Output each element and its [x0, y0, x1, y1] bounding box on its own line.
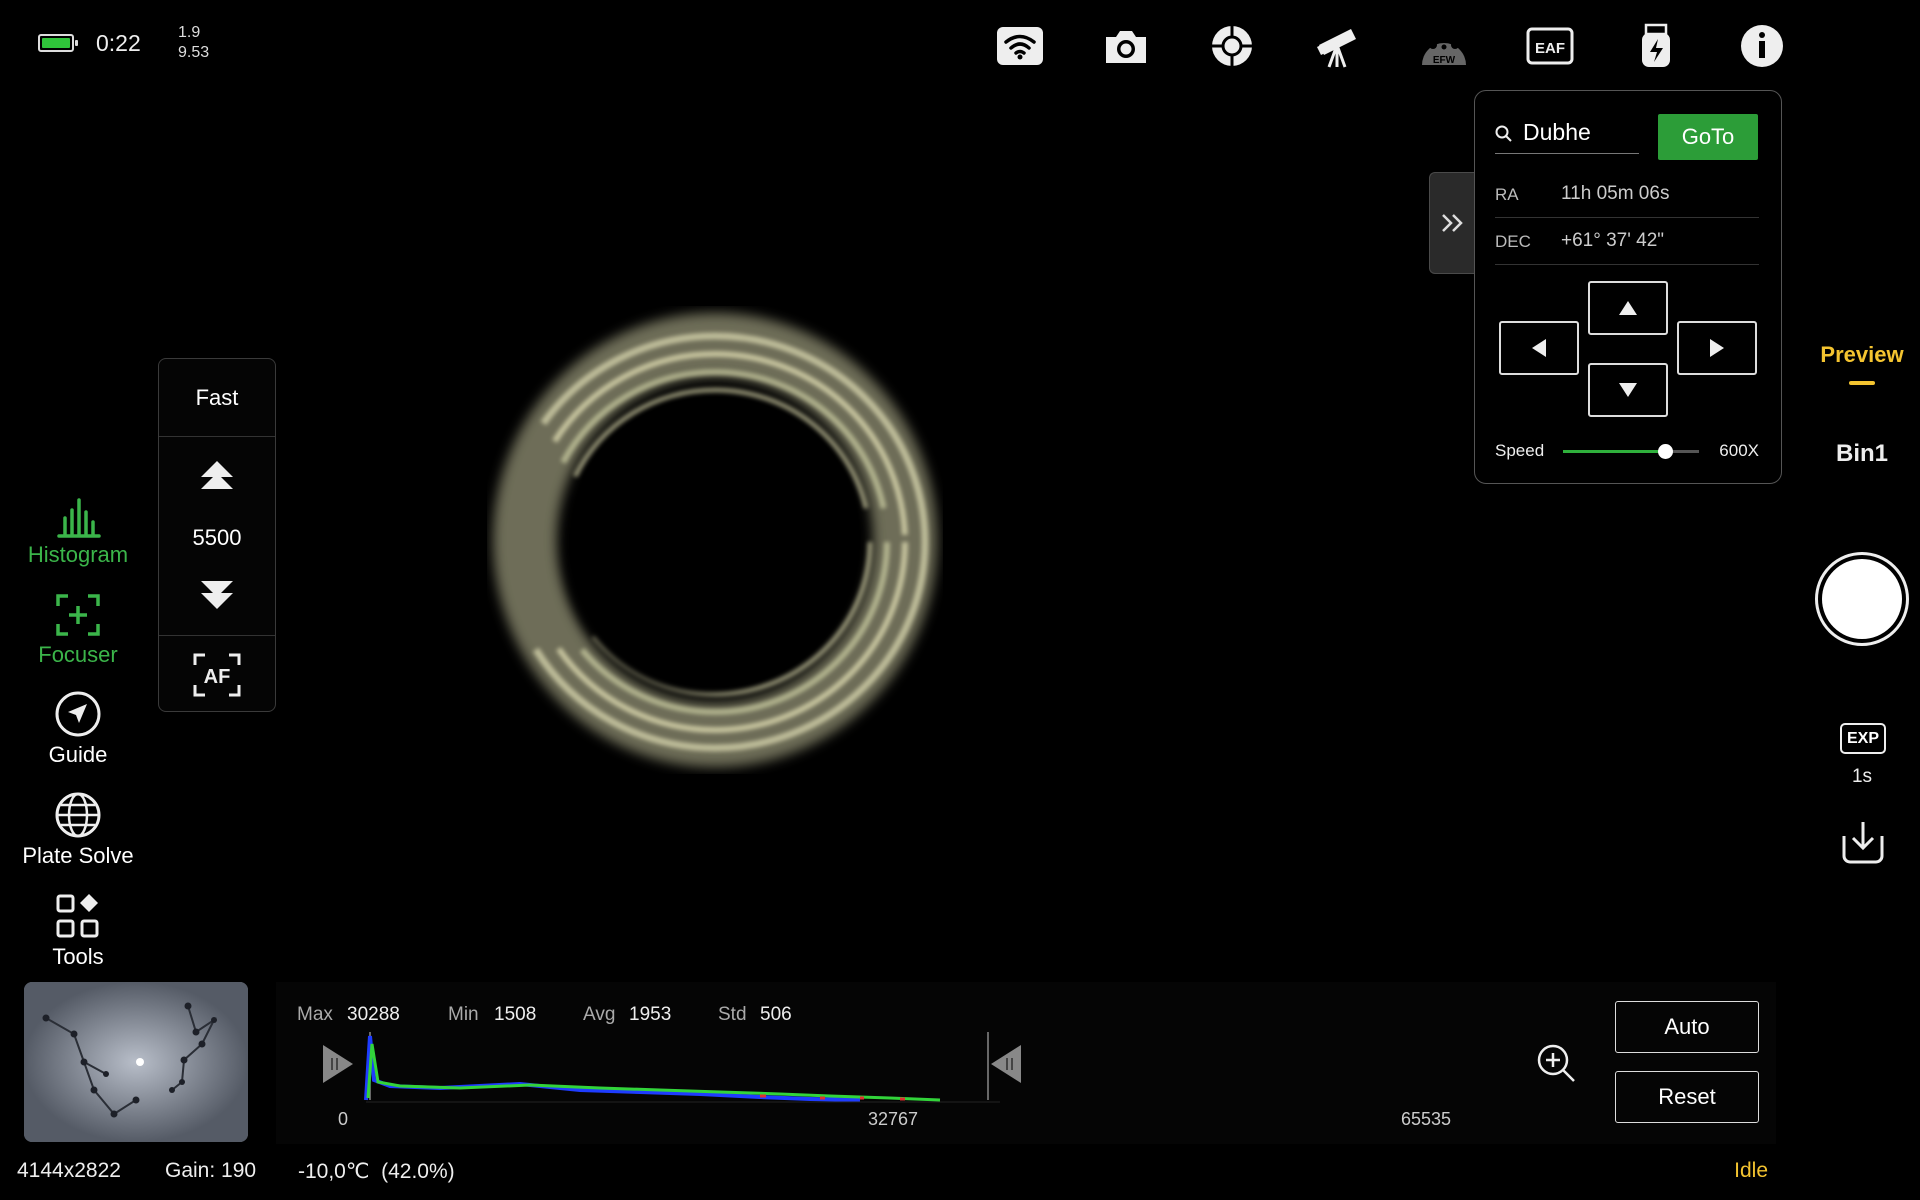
max-value: 30288: [347, 1004, 400, 1025]
nav-plate-solve-label: Plate Solve: [22, 843, 134, 868]
focus-move-down-button[interactable]: [197, 577, 237, 613]
guide-crosshair-icon[interactable]: [1206, 22, 1258, 70]
histogram-icon: [10, 488, 146, 538]
efw-icon[interactable]: EFW: [1418, 22, 1470, 70]
efw-label: EFW: [1433, 55, 1456, 66]
image-resolution: 4144x2822: [17, 1159, 121, 1182]
ra-value: 11h 05m 06s: [1561, 183, 1670, 204]
nav-focuser[interactable]: Focuser: [10, 588, 146, 668]
zoom-in-icon[interactable]: [1535, 1042, 1577, 1084]
ra-row: RA 11h 05m 06s: [1495, 171, 1759, 218]
focuser-panel: Fast 5500 AF: [158, 358, 276, 712]
mount-control-panel: Dubhe GoTo RA 11h 05m 06s DEC +61° 37' 4…: [1474, 90, 1782, 484]
collapse-panel-button[interactable]: [1429, 172, 1475, 274]
triangle-left-icon: [1532, 339, 1546, 357]
info-icon[interactable]: [1736, 22, 1788, 70]
dec-label: DEC: [1495, 232, 1531, 251]
mode-preview-tab[interactable]: Preview: [1800, 342, 1920, 368]
guide-icon: [10, 688, 146, 738]
battery-icon: [38, 34, 78, 52]
search-icon: [1495, 125, 1512, 142]
exposure-icon[interactable]: EXP: [1840, 723, 1886, 754]
telescope-icon[interactable]: [1312, 22, 1364, 70]
autofocus-label: AF: [204, 666, 231, 688]
session-timer: 0:22: [96, 30, 141, 56]
min-label: Min: [448, 1004, 479, 1025]
slew-west-button[interactable]: [1499, 321, 1579, 375]
auto-stretch-button[interactable]: Auto: [1615, 1001, 1759, 1053]
focuser-position: 5500: [192, 525, 242, 550]
triangle-right-icon: [1710, 339, 1724, 357]
std-value: 506: [760, 1004, 792, 1025]
goto-button[interactable]: GoTo: [1658, 114, 1758, 160]
shutter-button[interactable]: [1815, 552, 1909, 646]
hist-axis-min: 0: [338, 1109, 349, 1129]
nav-histogram-label: Histogram: [27, 542, 129, 567]
download-icon[interactable]: [1838, 818, 1888, 866]
usb-storage-icon[interactable]: [1630, 22, 1682, 70]
autofocus-button[interactable]: AF: [193, 653, 241, 697]
target-search-value[interactable]: Dubhe: [1523, 119, 1591, 146]
dec-row: DEC +61° 37' 42": [1495, 218, 1759, 265]
min-value: 1508: [494, 1004, 537, 1025]
white-point-handle[interactable]: [988, 1043, 1024, 1085]
nav-plate-solve[interactable]: Plate Solve: [10, 789, 146, 869]
ra-label: RA: [1495, 185, 1519, 204]
focus-move-up-button[interactable]: [197, 459, 237, 495]
triangle-up-icon: [1619, 301, 1637, 315]
eaf-icon[interactable]: EAF: [1524, 22, 1576, 70]
reset-stretch-button[interactable]: Reset: [1615, 1071, 1759, 1123]
nav-guide-label: Guide: [48, 742, 108, 767]
eaf-label: EAF: [1535, 40, 1565, 57]
hist-axis-max: 65535: [1401, 1109, 1452, 1129]
triangle-down-icon: [1619, 383, 1637, 397]
nav-tools-label: Tools: [52, 944, 104, 969]
camera-icon[interactable]: [1100, 22, 1152, 70]
mode-active-indicator: [1849, 381, 1875, 385]
status-values: 1.9 9.53: [178, 23, 209, 63]
nav-histogram[interactable]: Histogram: [10, 488, 146, 568]
nav-focuser-label: Focuser: [38, 642, 118, 667]
focuser-speed-toggle[interactable]: Fast: [159, 385, 275, 411]
binning-selector[interactable]: Bin1: [1800, 440, 1920, 468]
slew-speed-value: 600X: [1719, 441, 1759, 460]
double-chevron-right-icon: [1441, 214, 1463, 232]
nav-tools[interactable]: Tools: [10, 890, 146, 970]
status-value-top: 1.9: [178, 24, 201, 41]
black-point-handle[interactable]: [320, 1043, 356, 1085]
nav-guide[interactable]: Guide: [10, 688, 146, 768]
sensor-temperature: -10,0℃ (42.0%): [298, 1160, 455, 1183]
device-state: Idle: [1734, 1159, 1768, 1182]
globe-icon: [10, 789, 146, 839]
slew-south-button[interactable]: [1588, 363, 1668, 417]
slew-speed-label: Speed: [1495, 441, 1545, 460]
slew-north-button[interactable]: [1588, 281, 1668, 335]
tools-grid-icon: [10, 890, 146, 940]
sky-map-thumbnail[interactable]: [24, 982, 248, 1142]
slew-east-button[interactable]: [1677, 321, 1757, 375]
avg-value: 1953: [629, 1004, 672, 1025]
slew-speed-slider[interactable]: [1563, 444, 1699, 459]
wifi-icon[interactable]: [994, 22, 1046, 70]
slew-speed-fill: [1563, 450, 1665, 453]
camera-gain: Gain: 190: [165, 1159, 257, 1182]
slew-speed-thumb[interactable]: [1658, 444, 1673, 459]
target-search-field[interactable]: Dubhe: [1495, 113, 1639, 154]
hist-axis-mid: 32767: [868, 1109, 919, 1129]
exposure-value[interactable]: 1s: [1800, 766, 1920, 788]
status-value-bottom: 9.53: [178, 44, 210, 61]
max-label: Max: [297, 1004, 333, 1025]
star-image[interactable]: [470, 300, 990, 800]
std-label: Std: [718, 1004, 747, 1025]
avg-label: Avg: [583, 1004, 616, 1025]
focuser-icon: [10, 588, 146, 638]
histogram-graph: [364, 1032, 1000, 1103]
dec-value: +61° 37' 42": [1561, 230, 1665, 251]
